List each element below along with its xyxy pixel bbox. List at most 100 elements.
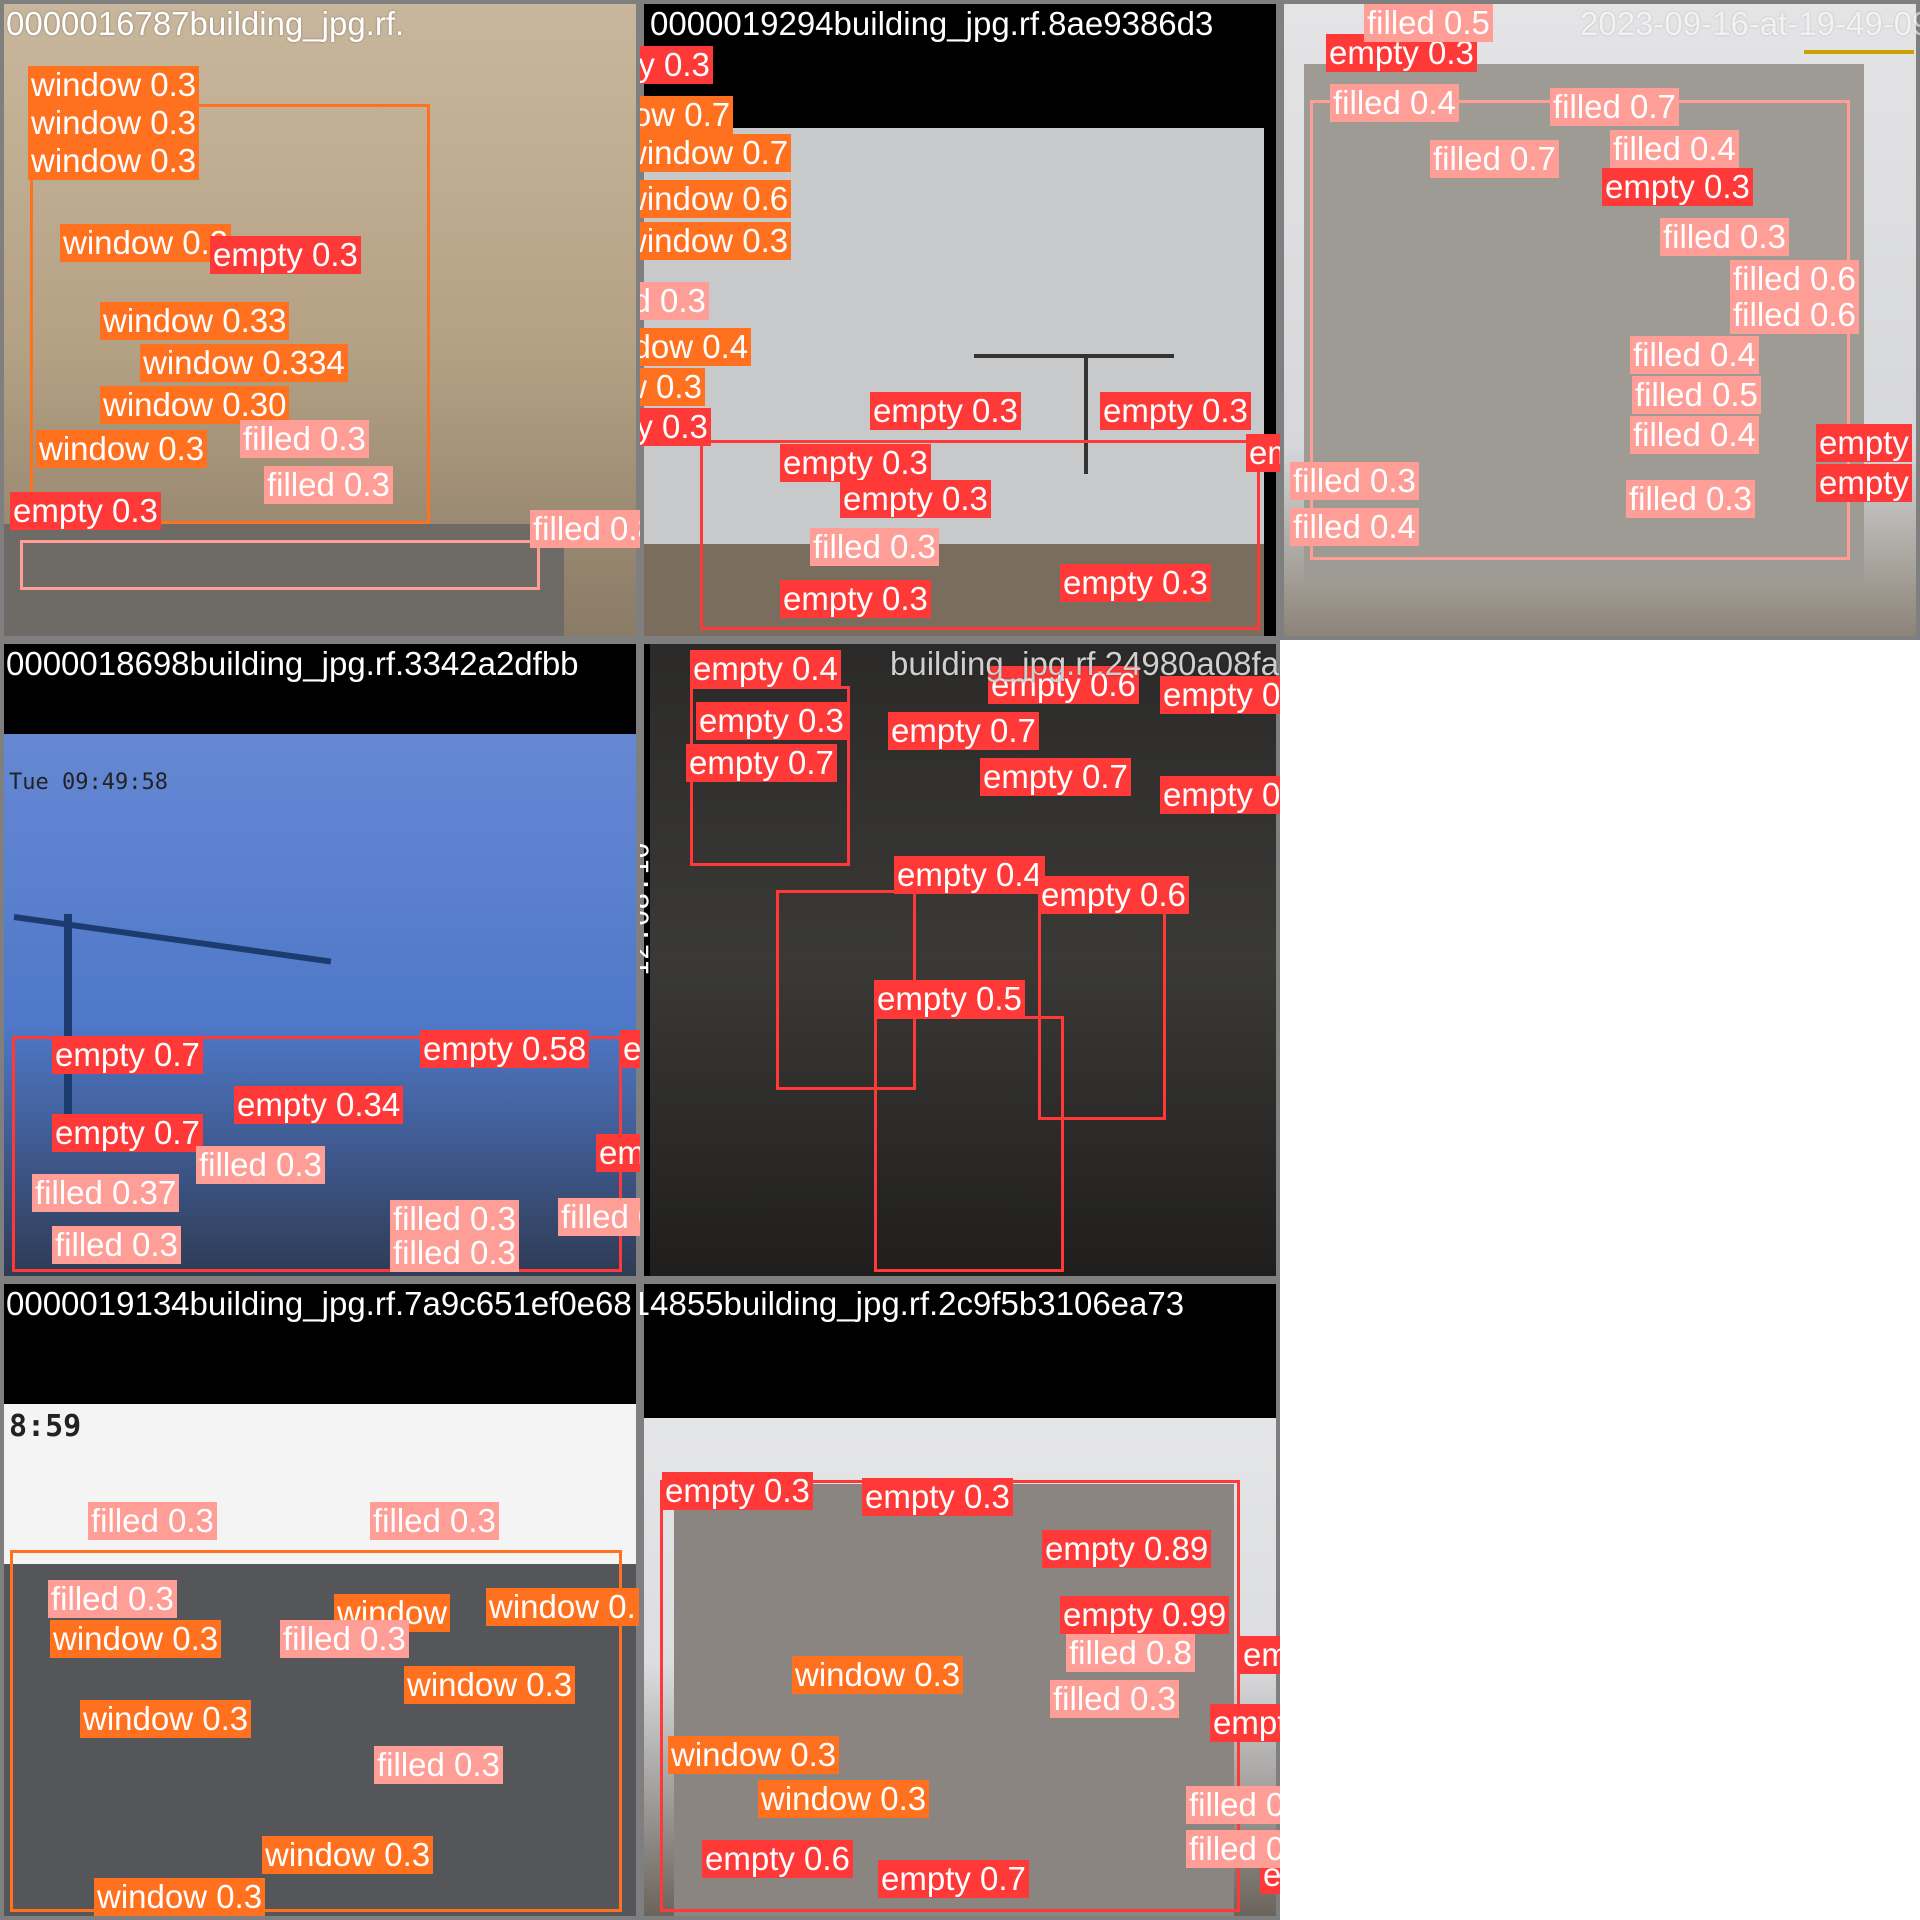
detection-label: window 0.3 [758,1780,930,1818]
detection-label: empty 0.7 [52,1036,203,1074]
detection-label: window 0.334 [140,344,348,382]
detection-label: window 0.3 [404,1666,576,1704]
detection-label: window 0.3 [60,224,232,262]
crane [974,354,1174,358]
detection-label: filled 0.3 [1290,462,1419,500]
detection-label: filled 0.4 [1630,416,1759,454]
detection-label: empty 0.7 [686,744,837,782]
detection-label: filled 0.5 [1632,376,1761,414]
detection-label: filled 0.7 [1550,88,1679,126]
detection-label: empty 0.3 [1240,1636,1280,1674]
detection-label: window 0.3 [792,1656,964,1694]
detection-label: filled 0.4 [1630,336,1759,374]
detection-label: empty 0.3 [1060,564,1211,602]
detection-label: empty 0.3 [640,46,713,84]
detection-label: window 0.4 [640,328,752,366]
detection-label: filled 0.3 [1186,1786,1280,1824]
bounding-box [20,540,540,590]
detection-label: window 0. [486,1588,639,1626]
mosaic-tile: 2023-09-16-at-19-49-09 empty 0.3 filled … [1280,0,1920,640]
crane [13,914,332,965]
detection-label: window 0.7 [640,134,792,172]
detection-label: filled 0.5 [1364,4,1493,42]
detection-label: window 0.7 [640,96,734,134]
detection-label: empty 0.3 [662,1472,813,1510]
mosaic-tile: 0000016787building_jpg.rf. window 0.3 wi… [0,0,640,640]
detection-label: filled 0.3 [640,282,709,320]
detection-label: filled 0.3 [370,1502,499,1540]
detection-label: filled 0.3 [264,466,393,504]
detection-label: filled 0.4 [1186,1830,1280,1868]
tile-title: 0000014855building_jpg.rf.2c9f5b3106ea73 [640,1285,1185,1322]
detection-label: empty 0.34 [234,1086,404,1124]
overlay-timestamp: Tue 09:49:58 [9,770,168,795]
overlay-timestamp: 12:08:10 [640,842,655,977]
detection-label: window 0.3 [94,1878,266,1916]
detection-label: window 0.33 [100,302,290,340]
detection-label: empty 0.7 [52,1114,203,1152]
detection-label: filled 0.3 [88,1502,217,1540]
detection-label: window 0.3 [28,142,200,180]
detection-label: empty 0.7 [620,1030,640,1068]
crane [1804,50,1914,54]
detection-label: filled 0.36 [558,1198,640,1236]
detection-label: empty 0.3 [1100,392,1251,430]
detection-label: empty 0.7 [888,712,1039,750]
detection-label: empty 0.3 [870,392,1021,430]
detection-label: filled 0.3 [196,1146,325,1184]
detection-label: empty 0.3 [780,444,931,482]
detection-label: empty 0.3 [1602,168,1753,206]
detection-label: window 0.6 [640,180,792,218]
detection-label: filled 0.3 [1626,480,1755,518]
tile-title: 0000016787building_jpg.rf. [6,5,405,42]
detection-label: filled 0.7 [1430,140,1559,178]
detection-label: empty 0.3 [862,1478,1013,1516]
detection-label: empty 0.3 [596,1134,640,1172]
detection-label: empty 0.5 [874,980,1025,1018]
tile-title: building_jpg.rf.24980a08fa24a8 [890,645,1280,682]
detection-label: filled 0.8 [1066,1634,1195,1672]
detection-label: window 0.3 [262,1836,434,1874]
detection-label: window 0.3 [28,104,200,142]
detection-label: window 0.3 [50,1620,222,1658]
detection-label: filled 0.6 [1730,296,1859,334]
overlay-timestamp: 8:59 [9,1409,82,1444]
mosaic-tile: 0000019134building_jpg.rf.7a9c651ef0e68 … [0,1280,640,1920]
detection-label: filled 0.37 [32,1174,180,1212]
detection-label: filled 0.4 [1330,84,1459,122]
detection-label: window 0.3 [668,1736,840,1774]
detection-label: empty 0.7 [980,758,1131,796]
tile-title: 0000018698building_jpg.rf.3342a2dfbb [6,645,579,682]
detection-label: empty 0.3 [840,480,991,518]
detection-label: filled 0.4 [1290,508,1419,546]
detection-label: window 0.3 [36,430,208,468]
mosaic-tile: building_jpg.rf.24980a08fa24a8 12:08:10 … [640,640,1280,1280]
detection-label: filled 0.8 [530,510,640,548]
detection-label: wwindow 0.3 [640,368,705,406]
tile-title: 2023-09-16-at-19-49-09 [1580,5,1920,42]
detection-label: empty 0.3 [10,492,161,530]
mosaic-tile: 0000014855building_jpg.rf.2c9f5b3106ea73… [640,1280,1280,1920]
detection-label: filled 0.3 [280,1620,409,1658]
detection-label: empty 0.4 [894,856,1045,894]
detection-label: filled 0.3 [390,1234,519,1272]
detection-label: window 0.3 [28,66,200,104]
mosaic-tile: 0000019294building_jpg.rf.8ae9386d3 empt… [640,0,1280,640]
detection-label: empty 0.99 [1060,1596,1230,1634]
detection-label: empty 0.7 [878,1860,1029,1898]
detection-label: empty 0.3 [1246,434,1280,472]
detection-label: empty 0.7 [1160,776,1280,814]
detection-label: filled 0.6 [1730,260,1859,298]
tile-title: 0000019134building_jpg.rf.7a9c651ef0e68 [6,1285,632,1322]
detection-label: window 0.30 [100,386,290,424]
detection-label: empty 0.89 [1042,1530,1212,1568]
detection-label: empty 0.3 [210,236,361,274]
detection-label: filled 0.4 [1610,130,1739,168]
detection-label: empty [1816,464,1912,502]
detection-label: empty 0.7 [1210,1704,1280,1742]
detection-label: filled 0.3 [810,528,939,566]
detection-label: filled 0.3 [374,1746,503,1784]
detection-label: filled 0.3 [1660,218,1789,256]
tile-title: 0000019294building_jpg.rf.8ae9386d3 [650,5,1214,42]
detection-label: filled 0.3 [1050,1680,1179,1718]
